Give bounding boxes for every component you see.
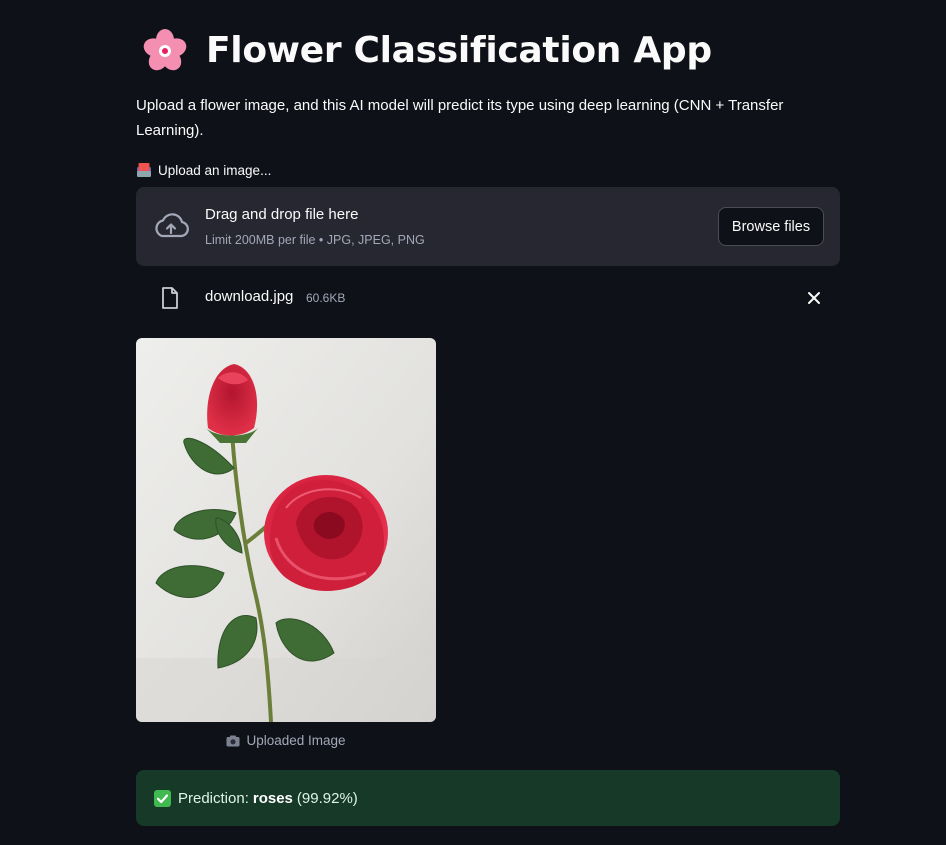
uploaded-file-row: download.jpg 60.6KB: [136, 280, 840, 316]
app-description: Upload a flower image, and this AI model…: [136, 97, 784, 139]
uploader-label: Upload an image...: [136, 162, 271, 178]
browse-files-button[interactable]: Browse files: [718, 207, 824, 246]
dropzone-hint: Limit 200MB per file • JPG, JPEG, PNG: [205, 233, 425, 247]
uploaded-image: [136, 338, 436, 722]
file-name: download.jpg: [205, 288, 294, 305]
page-header: Flower Classification App: [142, 24, 712, 76]
file-dropzone[interactable]: Drag and drop file here Limit 200MB per …: [136, 187, 840, 266]
dropzone-title: Drag and drop file here: [205, 206, 359, 223]
check-mark-icon: [154, 789, 171, 807]
prediction-confidence: (99.92%): [296, 789, 358, 807]
prediction-label: roses: [252, 789, 293, 807]
prediction-alert: Prediction: roses (99.92%): [136, 770, 840, 826]
prediction-prefix: Prediction:: [178, 789, 249, 807]
rose-image: [136, 338, 436, 722]
camera-icon: [226, 735, 240, 746]
cherry-blossom-icon: [143, 29, 187, 71]
cloud-upload-icon: [155, 213, 189, 238]
file-icon: [162, 287, 178, 309]
inbox-icon: [137, 163, 151, 177]
uploader-label-text: Upload an image...: [158, 162, 272, 178]
image-caption-text: Uploaded Image: [246, 733, 346, 748]
image-caption: Uploaded Image: [136, 733, 436, 748]
page-title: Flower Classification App: [206, 29, 712, 71]
close-icon[interactable]: [804, 288, 824, 308]
file-size: 60.6KB: [306, 291, 346, 305]
